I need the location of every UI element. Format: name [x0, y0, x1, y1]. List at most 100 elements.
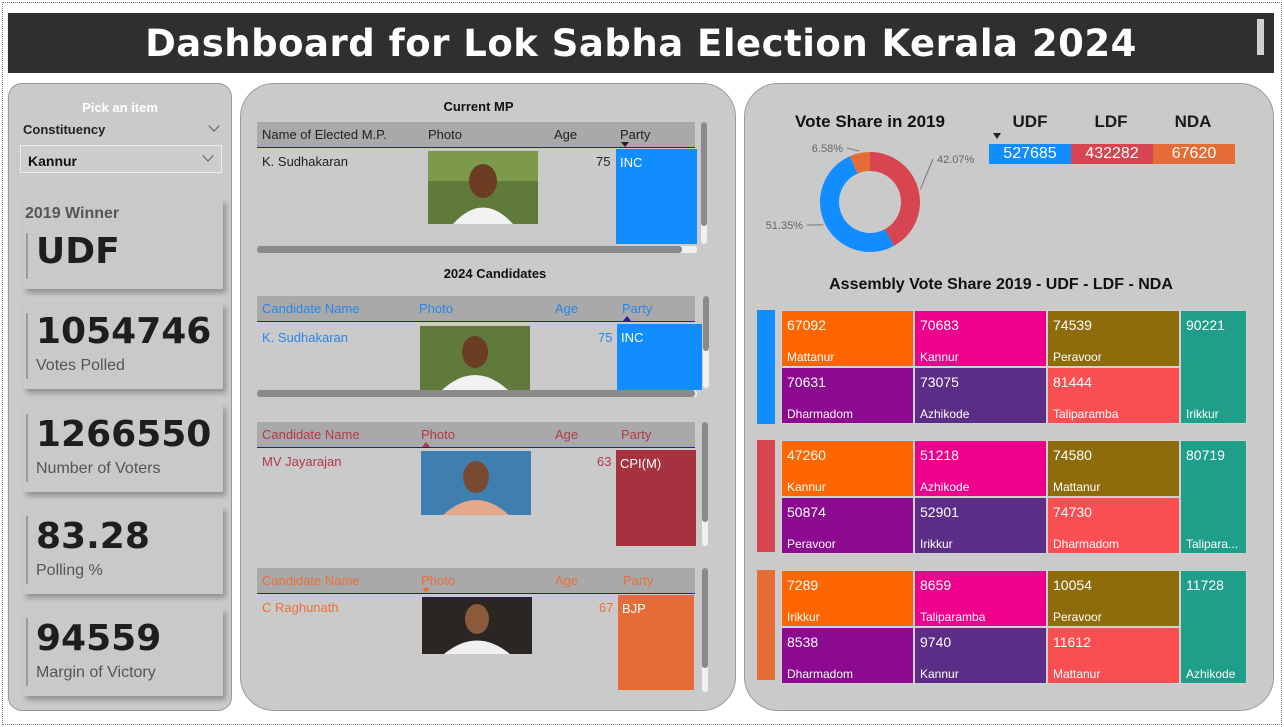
- column-header[interactable]: Candidate Name: [262, 427, 360, 442]
- treemap-tile[interactable]: 11728 Azhikode: [1180, 570, 1247, 684]
- winner-card: 2019 Winner UDF: [23, 199, 223, 289]
- tile-label: Azhikode: [1186, 667, 1236, 681]
- tile-value: 8538: [787, 634, 819, 650]
- column-header[interactable]: Party: [622, 301, 652, 316]
- person-photo-icon: [422, 597, 532, 654]
- tile-value: 73075: [920, 374, 959, 390]
- tile-value: 8659: [920, 577, 952, 593]
- treemap-tile[interactable]: 80719 Talipara...: [1180, 440, 1247, 554]
- column-header[interactable]: Candidate Name: [262, 301, 360, 316]
- constituency-dropdown[interactable]: Kannur: [20, 145, 222, 173]
- candidate-photo: [421, 451, 531, 515]
- treemap-tile[interactable]: 52901 Irikkur: [914, 497, 1047, 554]
- scroll-thumb[interactable]: [702, 422, 708, 522]
- column-header[interactable]: Name of Elected M.P.: [262, 127, 387, 142]
- sort-desc-icon[interactable]: [621, 142, 629, 147]
- treemap-tile[interactable]: 9740 Kannur: [914, 627, 1047, 684]
- column-header[interactable]: Party: [623, 573, 653, 588]
- person-photo-icon: [428, 151, 538, 224]
- table-header: Candidate Name Photo Age Party: [257, 296, 695, 322]
- vertical-scrollbar[interactable]: [702, 568, 708, 692]
- person-photo-icon: [420, 326, 530, 390]
- horizontal-scrollbar[interactable]: [257, 246, 697, 253]
- treemap-tile[interactable]: 10054 Peravoor: [1047, 570, 1180, 627]
- column-header[interactable]: Photo: [428, 127, 462, 142]
- column-header[interactable]: Age: [554, 127, 577, 142]
- tile-value: 74539: [1053, 317, 1092, 333]
- current-mp-table: Name of Elected M.P. Photo Age Party K. …: [257, 122, 707, 253]
- treemap-tile[interactable]: 73075 Azhikode: [914, 367, 1047, 424]
- nda-header[interactable]: NDA: [1158, 112, 1228, 132]
- voters-caption: Number of Voters: [36, 460, 161, 477]
- udf-header[interactable]: UDF: [995, 112, 1065, 132]
- treemap-tile[interactable]: 90221 Irikkur: [1180, 310, 1247, 424]
- sort-asc-icon[interactable]: [422, 442, 430, 447]
- horizontal-scrollbar[interactable]: [257, 390, 697, 397]
- column-header[interactable]: Party: [621, 427, 651, 442]
- candidate-age-cell: 63: [597, 454, 612, 469]
- column-header[interactable]: Photo: [421, 427, 455, 442]
- candidate-name-cell: MV Jayarajan: [262, 454, 342, 469]
- tile-value: 52901: [920, 504, 959, 520]
- column-header[interactable]: Photo: [419, 301, 453, 316]
- candidate-party-cell: CPI(M): [616, 450, 696, 546]
- candidate-age-cell: 75: [598, 330, 613, 345]
- tile-value: 50874: [787, 504, 826, 520]
- treemap-tile[interactable]: 8538 Dharmadom: [781, 627, 914, 684]
- vertical-scrollbar[interactable]: [703, 296, 709, 388]
- column-header[interactable]: Age: [555, 573, 578, 588]
- scroll-thumb[interactable]: [257, 390, 695, 397]
- treemap-tile[interactable]: 47260 Kannur: [781, 440, 914, 497]
- scroll-thumb[interactable]: [701, 122, 707, 226]
- donut-leader-line: [919, 158, 934, 190]
- column-header[interactable]: Party: [620, 127, 650, 142]
- votes-polled-caption: Votes Polled: [36, 357, 125, 374]
- slicer-field-chevron-icon[interactable]: [208, 120, 220, 132]
- candidate-age-cell: 67: [599, 600, 614, 615]
- sort-desc-icon[interactable]: [422, 588, 430, 593]
- table-header: Name of Elected M.P. Photo Age Party: [257, 122, 695, 148]
- scroll-thumb[interactable]: [703, 296, 709, 351]
- tile-label: Kannur: [920, 350, 959, 364]
- candidate-party-cell: BJP: [618, 595, 694, 690]
- scroll-thumb[interactable]: [702, 568, 708, 668]
- column-header[interactable]: Photo: [421, 573, 455, 588]
- scroll-thumb[interactable]: [257, 246, 682, 253]
- column-header[interactable]: Age: [555, 427, 578, 442]
- column-header[interactable]: Candidate Name: [262, 573, 360, 588]
- title-scroll-handle[interactable]: [1257, 19, 1264, 55]
- treemap-tile[interactable]: 50874 Peravoor: [781, 497, 914, 554]
- tile-label: Azhikode: [920, 480, 970, 494]
- treemap-tile[interactable]: 74539 Peravoor: [1047, 310, 1180, 367]
- tile-label: Dharmadom: [1053, 537, 1120, 551]
- tile-label: Azhikode: [920, 407, 970, 421]
- treemap-tile[interactable]: 70631 Dharmadom: [781, 367, 914, 424]
- vertical-scrollbar[interactable]: [701, 122, 707, 244]
- card-accent: [26, 233, 28, 279]
- dashboard-title: Dashboard for Lok Sabha Election Kerala …: [145, 22, 1137, 65]
- ldf-color-bar: [757, 440, 775, 552]
- sort-desc-icon[interactable]: [993, 133, 1001, 139]
- chevron-down-icon[interactable]: [202, 150, 214, 162]
- column-header[interactable]: Age: [555, 301, 578, 316]
- candidate-name-cell: C Raghunath: [262, 600, 339, 615]
- treemap-tile[interactable]: 8659 Taliparamba: [914, 570, 1047, 627]
- vertical-scrollbar[interactable]: [702, 422, 708, 546]
- treemap-tile[interactable]: 7289 Irikkur: [781, 570, 914, 627]
- treemap-tile[interactable]: 70683 Kannur: [914, 310, 1047, 367]
- tile-value: 11612: [1053, 634, 1091, 650]
- treemap-tile[interactable]: 74730 Dharmadom: [1047, 497, 1180, 554]
- mp-party-cell: INC: [616, 149, 697, 244]
- tile-value: 80719: [1186, 447, 1225, 463]
- treemap-tile[interactable]: 67092 Mattanur: [781, 310, 914, 367]
- tile-value: 74730: [1053, 504, 1092, 520]
- treemap-tile[interactable]: 74580 Mattanur: [1047, 440, 1180, 497]
- sort-asc-icon[interactable]: [623, 316, 631, 321]
- winner-value: UDF: [36, 231, 120, 272]
- treemap-tile[interactable]: 51218 Azhikode: [914, 440, 1047, 497]
- treemap-tile[interactable]: 11612 Mattanur: [1047, 627, 1180, 684]
- assembly-treemap-nda: 7289 Irikkur 8659 Taliparamba 10054 Peravoor 1…: [757, 570, 1247, 684]
- tile-label: Peravoor: [1053, 610, 1102, 624]
- treemap-tile[interactable]: 81444 Taliparamba: [1047, 367, 1180, 424]
- ldf-header[interactable]: LDF: [1076, 112, 1146, 132]
